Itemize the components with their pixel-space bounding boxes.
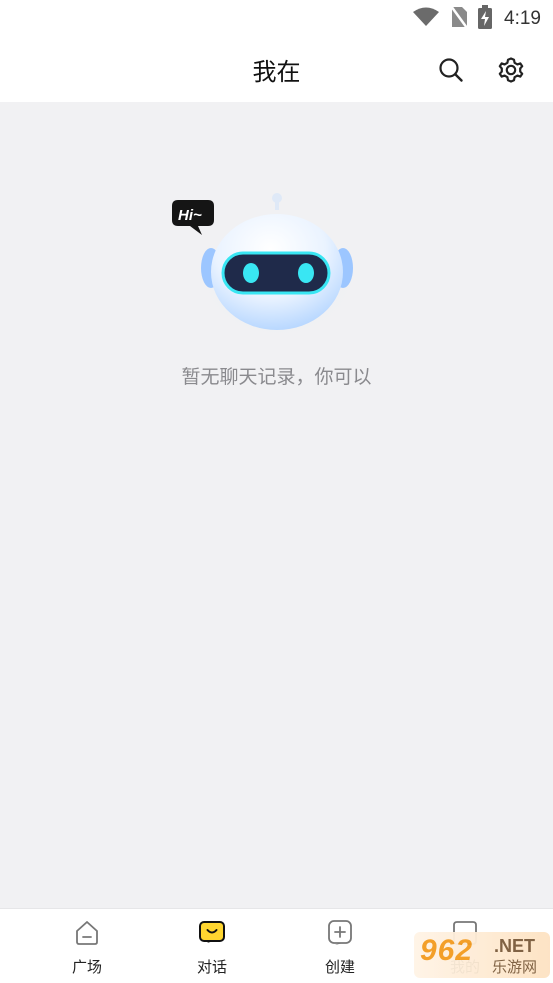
robot-illustration: Hi~ — [172, 193, 358, 340]
nav-label-create: 创建 — [324, 958, 355, 976]
search-button[interactable] — [433, 52, 469, 88]
gear-icon — [498, 57, 524, 83]
chat-icon — [199, 921, 225, 943]
status-time: 4:19 — [504, 8, 541, 29]
nav-item-chat[interactable]: 对话 — [162, 909, 262, 983]
page-title: 我在 — [252, 58, 301, 86]
watermark-logo: 962 .NET 乐游网 — [414, 932, 550, 978]
hi-bubble-text: Hi~ — [178, 207, 202, 224]
nav-item-square[interactable]: 广场 — [37, 909, 137, 983]
status-bar: 4:19 — [0, 0, 553, 38]
home-icon — [76, 921, 98, 945]
chat-list-area: Hi~ 暂无聊天记录，你可以 — [0, 102, 553, 908]
nav-label-chat: 对话 — [196, 958, 227, 976]
nav-label-square: 广场 — [71, 958, 102, 976]
app-header: 我在 — [0, 38, 553, 102]
battery-charging-icon — [478, 5, 493, 33]
no-sim-icon — [450, 5, 469, 33]
status-icons: 4:19 — [412, 5, 541, 33]
empty-state-message: 暂无聊天记录，你可以 — [181, 366, 372, 388]
watermark-suffix: .NET — [494, 936, 536, 956]
add-icon — [328, 920, 352, 945]
watermark-number: 962 — [420, 934, 474, 967]
search-icon — [439, 58, 463, 82]
nav-item-create[interactable]: 创建 — [290, 909, 390, 983]
wifi-icon — [412, 6, 440, 32]
settings-button[interactable] — [493, 52, 529, 88]
watermark-cn: 乐游网 — [492, 958, 538, 976]
